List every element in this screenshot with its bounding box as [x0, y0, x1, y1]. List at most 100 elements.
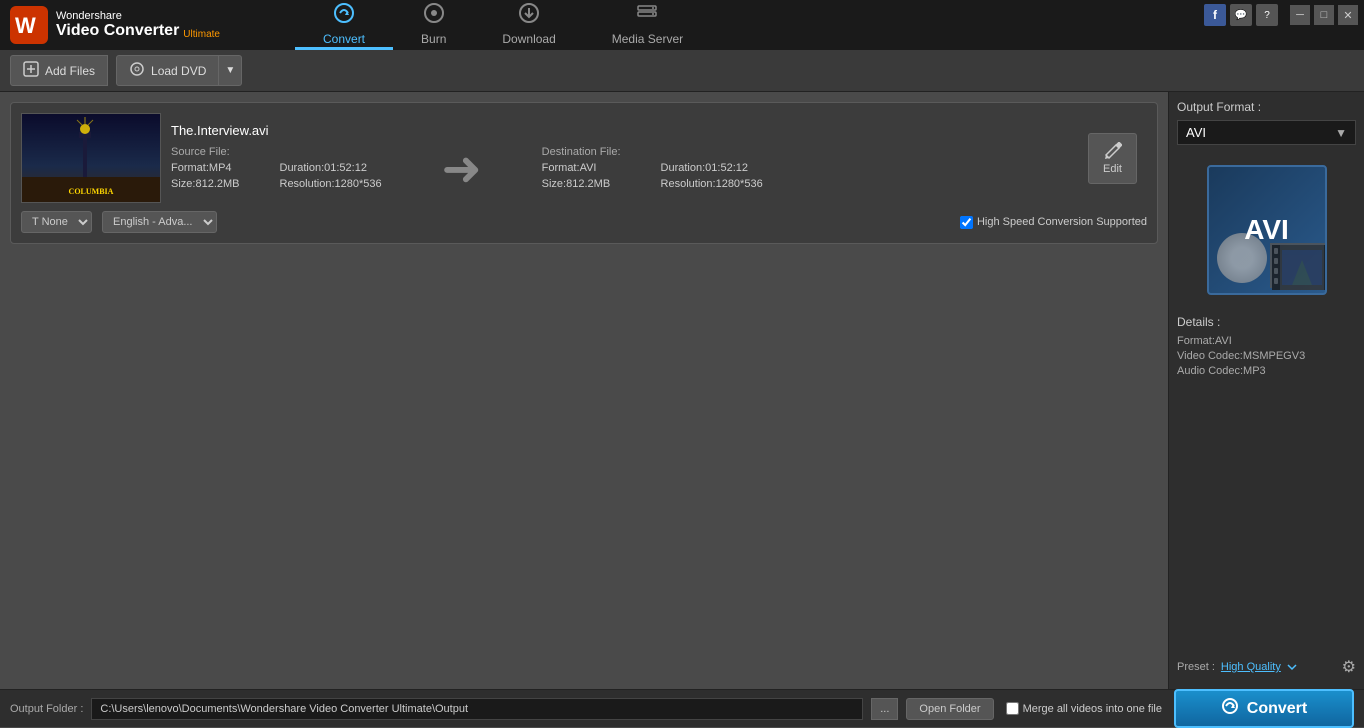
help-icon[interactable]: ?	[1256, 4, 1278, 26]
social-icons: f 💬 ?	[1204, 4, 1278, 26]
dest-info-block: Destination File: Format:AVI Size:812.2M…	[542, 146, 621, 194]
tab-convert-label: Convert	[323, 32, 365, 46]
convert-tab-icon	[333, 2, 355, 30]
add-files-button[interactable]: Add Files	[10, 55, 108, 86]
output-format-header: Output Format :	[1177, 100, 1356, 114]
source-resolution: Resolution:1280*536	[280, 178, 382, 190]
close-button[interactable]: ✕	[1338, 5, 1358, 25]
load-dvd-icon	[129, 61, 145, 80]
edit-icon	[1104, 142, 1122, 160]
dest-duration: Duration:01:52:12	[661, 162, 763, 174]
merge-checkbox-row: Merge all videos into one file	[1006, 702, 1162, 715]
app-brand: Wondershare	[56, 10, 220, 22]
right-panel: Output Format : AVI ▼ AVI	[1168, 92, 1364, 689]
audio-select[interactable]: English - Adva...	[102, 211, 217, 233]
nav-tabs: Convert Burn Download Media Server	[295, 0, 711, 50]
dest-duration-block: Duration:01:52:12 Resolution:1280*536	[661, 146, 763, 194]
hd-checkbox-row: High Speed Conversion Supported	[960, 216, 1147, 229]
thumbnail-art: COLUMBIA	[22, 114, 160, 202]
load-dvd-label: Load DVD	[151, 64, 206, 78]
source-duration-block: Duration:01:52:12 Resolution:1280*536	[280, 146, 382, 194]
app-product: Video Converter	[56, 22, 179, 40]
source-duration: Duration:01:52:12	[280, 162, 382, 174]
load-dvd-dropdown[interactable]: ▼	[219, 55, 242, 86]
source-info-block: Source File: Format:MP4 Size:812.2MB	[171, 146, 240, 194]
chat-icon[interactable]: 💬	[1230, 4, 1252, 26]
file-item: COLUMBIA The.Interview.avi Source File: …	[10, 102, 1158, 244]
avi-film-icon	[1270, 243, 1327, 288]
details-audio-codec: Audio Codec:MP3	[1177, 365, 1356, 377]
tab-download-label: Download	[502, 32, 555, 46]
source-format: Format:MP4	[171, 162, 240, 174]
preset-value[interactable]: High Quality	[1221, 661, 1281, 673]
file-header: COLUMBIA The.Interview.avi Source File: …	[21, 113, 1147, 203]
content-area: COLUMBIA The.Interview.avi Source File: …	[0, 92, 1168, 689]
file-thumbnail: COLUMBIA	[21, 113, 161, 203]
subtitle-select[interactable]: T None	[21, 211, 92, 233]
details-video-codec: Video Codec:MSMPEGV3	[1177, 350, 1356, 362]
format-select-label: AVI	[1186, 125, 1335, 140]
media-server-tab-icon	[636, 2, 658, 30]
add-files-label: Add Files	[45, 64, 95, 78]
format-select-row[interactable]: AVI ▼	[1177, 120, 1356, 145]
avi-icon-box: AVI	[1207, 165, 1327, 295]
browse-button[interactable]: ...	[871, 698, 898, 720]
app-edition: Ultimate	[183, 29, 220, 40]
maximize-button[interactable]: □	[1314, 5, 1334, 25]
main-area: COLUMBIA The.Interview.avi Source File: …	[0, 92, 1364, 689]
download-tab-icon	[518, 2, 540, 30]
source-size: Size:812.2MB	[171, 178, 240, 190]
edit-button[interactable]: Edit	[1088, 133, 1137, 184]
convert-button-label: Convert	[1247, 700, 1307, 718]
settings-button[interactable]: ⚙	[1342, 657, 1356, 677]
dest-format: Format:AVI	[542, 162, 621, 174]
preset-dropdown-icon	[1287, 662, 1297, 672]
tab-media-server[interactable]: Media Server	[584, 0, 711, 50]
arrow-icon: ➜	[442, 146, 482, 194]
file-details: The.Interview.avi Source File: Format:MP…	[171, 123, 1068, 194]
tab-burn[interactable]: Burn	[393, 0, 474, 50]
file-controls: T None English - Adva... High Speed Conv…	[21, 211, 1147, 233]
preset-row: Preset : High Quality ⚙	[1177, 657, 1356, 677]
details-format: Format:AVI	[1177, 335, 1356, 347]
toolbar: Add Files Load DVD ▼	[0, 50, 1364, 92]
tab-convert[interactable]: Convert	[295, 0, 393, 50]
dest-resolution: Resolution:1280*536	[661, 178, 763, 190]
avi-label-text: AVI	[1244, 214, 1289, 246]
hd-checkbox[interactable]	[960, 216, 973, 229]
details-title: Details :	[1177, 315, 1356, 329]
edit-button-label: Edit	[1103, 163, 1122, 175]
add-files-icon	[23, 61, 39, 80]
merge-checkbox-label: Merge all videos into one file	[1023, 703, 1162, 715]
svg-text:COLUMBIA: COLUMBIA	[69, 187, 114, 196]
tab-download[interactable]: Download	[474, 0, 583, 50]
preset-label: Preset :	[1177, 661, 1215, 673]
dest-size: Size:812.2MB	[542, 178, 621, 190]
output-folder-input[interactable]	[91, 698, 863, 720]
thumbnail-label: COLUMBIA	[21, 113, 161, 203]
minimize-button[interactable]: ─	[1290, 5, 1310, 25]
open-folder-button[interactable]: Open Folder	[906, 698, 993, 720]
convert-button[interactable]: Convert	[1174, 689, 1354, 728]
conversion-arrow: ➜	[422, 146, 502, 194]
format-preview: AVI	[1177, 155, 1356, 305]
tab-burn-label: Burn	[421, 32, 446, 46]
file-info-row: Source File: Format:MP4 Size:812.2MB Dur…	[171, 146, 1068, 194]
load-dvd-button[interactable]: Load DVD	[116, 55, 219, 86]
facebook-icon[interactable]: f	[1204, 4, 1226, 26]
titlebar: W Wondershare Video Converter Ultimate C…	[0, 0, 1364, 50]
convert-button-icon	[1221, 697, 1239, 720]
hd-checkbox-label: High Speed Conversion Supported	[977, 216, 1147, 228]
app-name: Wondershare Video Converter Ultimate	[56, 10, 220, 40]
bottom-bar: Output Folder : ... Open Folder Merge al…	[0, 689, 1364, 727]
tab-media-server-label: Media Server	[612, 32, 683, 46]
burn-tab-icon	[423, 2, 445, 30]
app-logo-icon: W	[10, 6, 48, 44]
source-label: Source File:	[171, 146, 240, 158]
format-dropdown-arrow: ▼	[1335, 126, 1347, 140]
output-folder-label: Output Folder :	[10, 703, 83, 715]
merge-checkbox[interactable]	[1006, 702, 1019, 715]
window-controls: f 💬 ? ─ □ ✕	[1204, 0, 1364, 30]
details-section: Details : Format:AVI Video Codec:MSMPEGV…	[1177, 315, 1356, 380]
svg-text:W: W	[15, 13, 36, 38]
